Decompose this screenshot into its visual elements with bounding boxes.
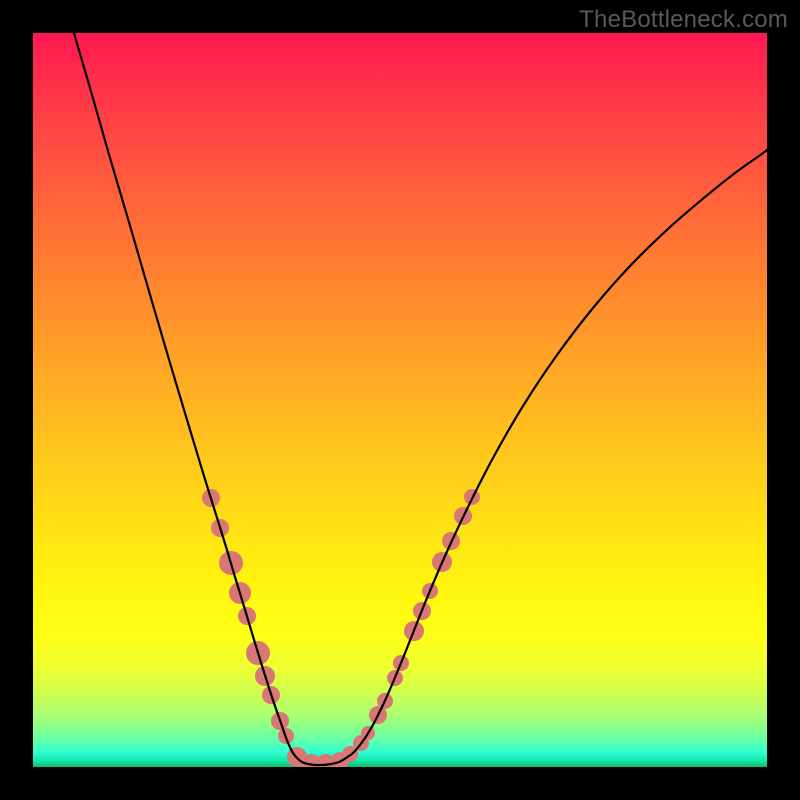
curve-left-branch [71, 33, 315, 765]
curve-right-branch [315, 150, 767, 765]
data-dots [202, 489, 480, 767]
plot-area [33, 33, 767, 767]
watermark-text: TheBottleneck.com [579, 6, 788, 34]
curve-svg [33, 33, 767, 767]
chart-frame: TheBottleneck.com [0, 0, 800, 800]
